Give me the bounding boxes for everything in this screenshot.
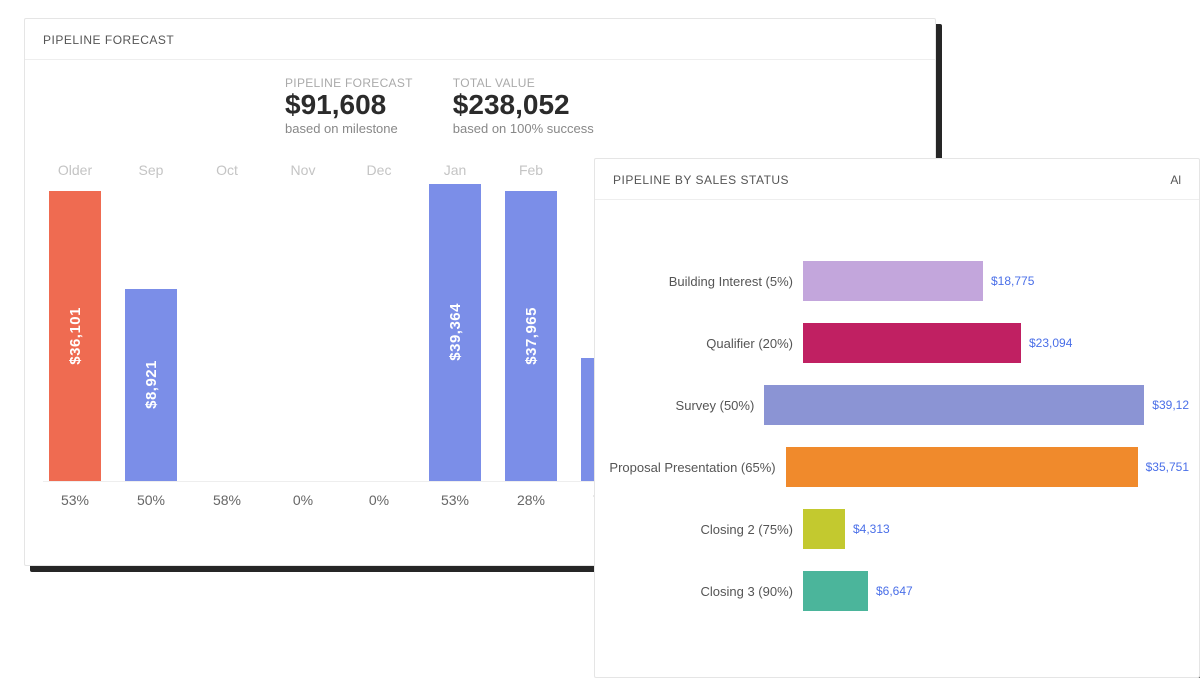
summary-total: TOTAL VALUE $238,052 based on 100% succe… <box>453 76 594 136</box>
forecast-bar[interactable]: $36,101 <box>49 191 101 481</box>
forecast-percent-label: 50% <box>119 492 183 508</box>
status-bar-row[interactable]: Survey (50%) $39,12 <box>605 374 1189 436</box>
status-card-header: PIPELINE BY SALES STATUS Al <box>595 159 1199 200</box>
status-bar[interactable] <box>803 571 868 611</box>
forecast-percent-label: 28% <box>499 492 563 508</box>
status-bar-value: $39,12 <box>1152 398 1189 412</box>
forecast-percent-label: 0% <box>271 492 335 508</box>
status-chart: Building Interest (5%) $18,775 Qualifier (… <box>595 200 1199 632</box>
forecast-bar-column[interactable] <box>195 182 259 481</box>
summary-forecast-value: $91,608 <box>285 90 413 121</box>
forecast-percent-label: 53% <box>423 492 487 508</box>
summary-forecast-label: PIPELINE FORECAST <box>285 76 413 90</box>
forecast-bar-column[interactable] <box>271 182 335 481</box>
status-category-label: Survey (50%) <box>605 398 764 413</box>
status-bar-value: $18,775 <box>991 274 1034 288</box>
forecast-percent-label: 53% <box>43 492 107 508</box>
forecast-bar-value: $36,101 <box>67 307 84 365</box>
forecast-month-label: Dec <box>347 162 411 178</box>
status-bar[interactable] <box>786 447 1138 487</box>
forecast-month-label: Oct <box>195 162 259 178</box>
status-bar-track: $6,647 <box>803 571 1189 611</box>
status-bar-track: $23,094 <box>803 323 1189 363</box>
status-bar-value: $4,313 <box>853 522 890 536</box>
forecast-month-label: Jan <box>423 162 487 178</box>
forecast-month-label: Nov <box>271 162 335 178</box>
forecast-card-title: PIPELINE FORECAST <box>43 33 174 47</box>
status-category-label: Proposal Presentation (65%) <box>605 460 786 475</box>
pipeline-status-card: PIPELINE BY SALES STATUS Al Building Int… <box>594 158 1200 678</box>
summary-forecast-sub: based on milestone <box>285 121 413 136</box>
summary-forecast: PIPELINE FORECAST $91,608 based on miles… <box>285 76 413 136</box>
status-bar[interactable] <box>764 385 1144 425</box>
forecast-bar-value: $37,965 <box>523 307 540 365</box>
status-bar[interactable] <box>803 509 845 549</box>
status-bar-value: $23,094 <box>1029 336 1072 350</box>
status-bar-row[interactable]: Building Interest (5%) $18,775 <box>605 250 1189 312</box>
forecast-bar-column[interactable]: $37,965 <box>499 182 563 481</box>
summary-total-value: $238,052 <box>453 90 594 121</box>
forecast-summary-row: PIPELINE FORECAST $91,608 based on miles… <box>25 60 935 148</box>
forecast-bar[interactable]: $39,364 <box>429 184 481 481</box>
status-bar[interactable] <box>803 261 983 301</box>
forecast-percent-label: 58% <box>195 492 259 508</box>
status-bar-value: $6,647 <box>876 584 913 598</box>
status-category-label: Closing 2 (75%) <box>605 522 803 537</box>
status-bar-row[interactable]: Closing 3 (90%) $6,647 <box>605 560 1189 622</box>
status-category-label: Qualifier (20%) <box>605 336 803 351</box>
forecast-bar-value: $8,921 <box>143 360 160 409</box>
forecast-month-label: Sep <box>119 162 183 178</box>
forecast-bar-value: $39,364 <box>447 303 464 361</box>
status-bar-track: $18,775 <box>803 261 1189 301</box>
forecast-bar-column[interactable] <box>347 182 411 481</box>
status-bar[interactable] <box>803 323 1021 363</box>
forecast-bar-column[interactable]: $39,364 <box>423 182 487 481</box>
forecast-month-label: Older <box>43 162 107 178</box>
status-bar-track: $35,751 <box>786 447 1189 487</box>
forecast-bar-column[interactable]: $36,101 <box>43 182 107 481</box>
status-bar-track: $4,313 <box>803 509 1189 549</box>
status-bar-value: $35,751 <box>1146 460 1189 474</box>
status-card-title: PIPELINE BY SALES STATUS <box>613 173 789 187</box>
status-bar-row[interactable]: Closing 2 (75%) $4,313 <box>605 498 1189 560</box>
summary-total-sub: based on 100% success <box>453 121 594 136</box>
forecast-month-label: Feb <box>499 162 563 178</box>
forecast-card-header: PIPELINE FORECAST <box>25 19 935 60</box>
forecast-bar-column[interactable]: $8,921 <box>119 182 183 481</box>
status-bar-row[interactable]: Proposal Presentation (65%) $35,751 <box>605 436 1189 498</box>
status-bar-row[interactable]: Qualifier (20%) $23,094 <box>605 312 1189 374</box>
status-bar-track: $39,12 <box>764 385 1189 425</box>
forecast-bar[interactable]: $8,921 <box>125 289 177 481</box>
status-card-right-label[interactable]: Al <box>1170 173 1181 187</box>
forecast-percent-label: 0% <box>347 492 411 508</box>
summary-total-label: TOTAL VALUE <box>453 76 594 90</box>
status-category-label: Building Interest (5%) <box>605 274 803 289</box>
status-category-label: Closing 3 (90%) <box>605 584 803 599</box>
forecast-bar[interactable]: $37,965 <box>505 191 557 481</box>
